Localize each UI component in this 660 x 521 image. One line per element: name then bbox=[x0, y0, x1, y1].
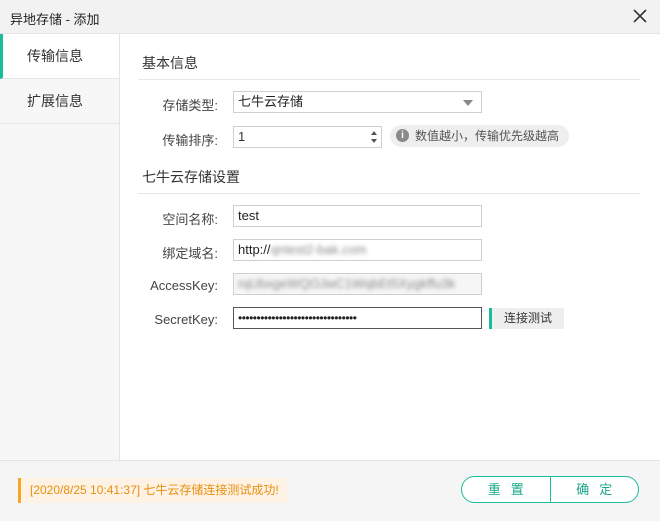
tab-label: 扩展信息 bbox=[27, 93, 83, 109]
domain-prefix: http:// bbox=[238, 242, 271, 257]
priority-hint: i 数值越小，传输优先级越高 bbox=[390, 125, 570, 147]
accesskey-input[interactable]: rqUbxgeWQOJwC1WqbEt5Xygkffu3k bbox=[233, 273, 482, 295]
hint-text: 数值越小，传输优先级越高 bbox=[415, 129, 560, 143]
storage-type-select[interactable]: 七牛云存储 bbox=[233, 91, 482, 113]
section-title-qiniu: 七牛云存储设置 bbox=[142, 169, 240, 185]
divider bbox=[138, 193, 640, 194]
stepper-down-icon[interactable] bbox=[371, 139, 377, 143]
space-name-input[interactable]: test bbox=[233, 205, 482, 227]
storage-type-label: 存储类型: bbox=[162, 98, 218, 113]
window-title: 异地存储 - 添加 bbox=[10, 12, 100, 27]
priority-value: 1 bbox=[238, 129, 246, 144]
secretkey-input[interactable]: •••••••••••••••••••••••••••••••• bbox=[233, 307, 482, 329]
domain-input[interactable]: http://qntest2-bak.com bbox=[233, 239, 482, 261]
reset-button[interactable]: 重置 bbox=[462, 477, 550, 502]
domain-value-redacted: qntest2-bak.com bbox=[270, 242, 367, 257]
close-icon[interactable] bbox=[630, 6, 650, 26]
accesskey-label: AccessKey: bbox=[150, 278, 218, 293]
confirm-button[interactable]: 确定 bbox=[549, 477, 639, 502]
footer-button-group: 重置 确定 bbox=[461, 476, 639, 503]
stepper-buttons bbox=[369, 128, 379, 146]
space-name-label: 空间名称: bbox=[162, 212, 218, 227]
secretkey-label: SecretKey: bbox=[154, 312, 218, 327]
connection-test-button[interactable]: 连接测试 bbox=[489, 308, 564, 329]
storage-type-value: 七牛云存储 bbox=[238, 94, 304, 109]
stepper-up-icon[interactable] bbox=[371, 131, 377, 135]
chevron-down-icon bbox=[463, 100, 473, 106]
priority-stepper[interactable]: 1 bbox=[233, 126, 382, 148]
tab-transfer-info[interactable]: 传输信息 bbox=[0, 34, 119, 79]
tab-extended-info[interactable]: 扩展信息 bbox=[0, 79, 119, 124]
secretkey-value: •••••••••••••••••••••••••••••••• bbox=[238, 311, 357, 325]
domain-label: 绑定域名: bbox=[162, 246, 218, 261]
divider bbox=[138, 79, 640, 80]
accesskey-value-redacted: rqUbxgeWQOJwC1WqbEt5Xygkffu3k bbox=[238, 276, 456, 291]
info-icon: i bbox=[396, 129, 409, 143]
status-message: [2020/8/25 10:41:37] 七牛云存储连接测试成功! bbox=[18, 478, 287, 503]
sidebar: 传输信息 扩展信息 bbox=[0, 34, 120, 460]
title-bar: 异地存储 - 添加 bbox=[0, 0, 660, 34]
priority-label: 传输排序: bbox=[162, 133, 218, 148]
section-title-basic: 基本信息 bbox=[142, 55, 198, 71]
space-name-value: test bbox=[238, 208, 259, 223]
tab-label: 传输信息 bbox=[27, 48, 83, 64]
